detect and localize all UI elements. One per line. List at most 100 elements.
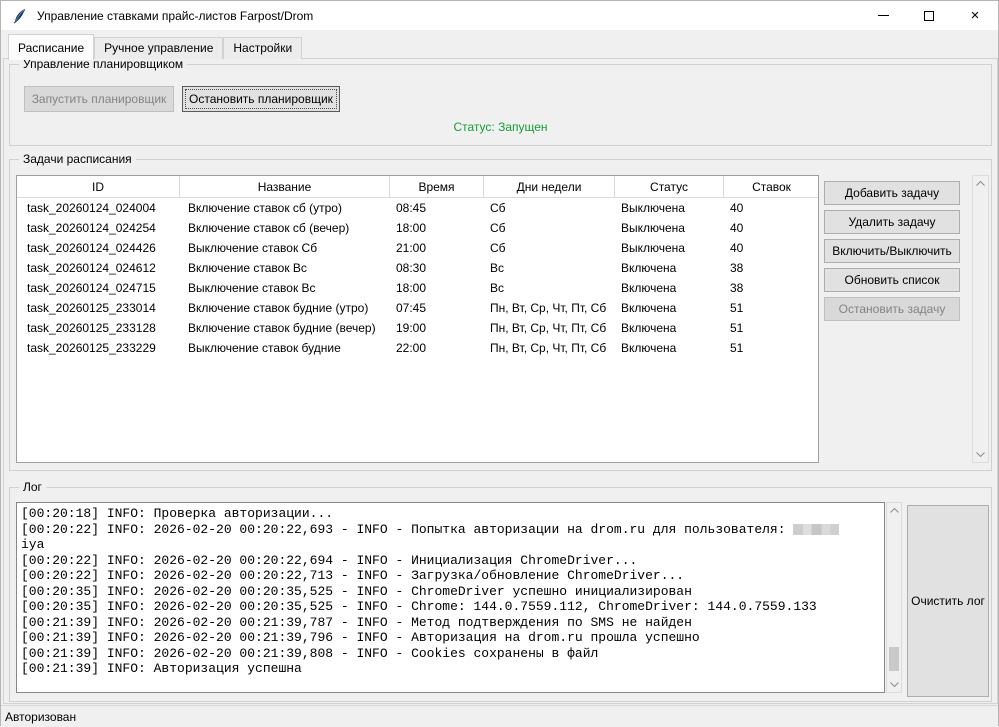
- scroll-up-icon[interactable]: [887, 503, 901, 518]
- task-table-header: ID Название Время Дни недели Статус Став…: [17, 176, 818, 198]
- log-line: [00:20:18] INFO: Проверка авторизации...: [21, 506, 884, 522]
- scroll-up-icon[interactable]: [973, 176, 988, 191]
- delete-task-button[interactable]: Удалить задачу: [824, 210, 960, 234]
- tab-manual-control[interactable]: Ручное управление: [94, 37, 223, 59]
- table-cell: 07:45: [390, 298, 484, 318]
- table-cell: task_20260124_024254: [17, 218, 180, 238]
- table-cell: task_20260124_024715: [17, 278, 180, 298]
- log-line: [00:20:22] INFO: 2026-02-20 00:20:22,693…: [21, 522, 884, 538]
- task-table-body: task_20260124_024004Включение ставок сб …: [17, 198, 818, 358]
- table-cell: 18:00: [390, 278, 484, 298]
- table-cell: Выключена: [615, 218, 724, 238]
- scheduler-group: Управление планировщиком Запустить плани…: [9, 64, 992, 146]
- scroll-down-icon[interactable]: [887, 677, 901, 692]
- table-cell: Выключена: [615, 198, 724, 218]
- table-cell: Включение ставок будние (утро): [180, 298, 390, 318]
- table-cell: task_20260124_024612: [17, 258, 180, 278]
- column-header-time[interactable]: Время: [390, 176, 484, 198]
- column-header-name[interactable]: Название: [180, 176, 390, 198]
- close-button[interactable]: ×: [952, 1, 998, 30]
- clear-log-button[interactable]: Очистить лог: [907, 505, 989, 697]
- table-cell: Вс: [484, 258, 615, 278]
- refresh-list-button[interactable]: Обновить список: [824, 268, 960, 292]
- table-cell: 40: [724, 218, 819, 238]
- log-line: [00:20:35] INFO: 2026-02-20 00:20:35,525…: [21, 584, 884, 600]
- table-cell: task_20260124_024004: [17, 198, 180, 218]
- title-bar[interactable]: Управление ставками прайс-листов Farpost…: [1, 1, 998, 30]
- table-row[interactable]: task_20260124_024612Включение ставок Вс0…: [17, 258, 818, 278]
- table-cell: task_20260125_233229: [17, 338, 180, 358]
- python-feather-icon: [12, 8, 28, 24]
- column-header-rates[interactable]: Ставок: [724, 176, 819, 198]
- table-row[interactable]: task_20260125_233128Включение ставок буд…: [17, 318, 818, 338]
- start-scheduler-button[interactable]: Запустить планировщик: [24, 86, 174, 112]
- log-line: [00:21:39] INFO: 2026-02-20 00:21:39,787…: [21, 615, 884, 631]
- table-row[interactable]: task_20260124_024254Включение ставок сб …: [17, 218, 818, 238]
- stop-scheduler-button[interactable]: Остановить планировщик: [182, 86, 340, 112]
- tasks-group: Задачи расписания ID Название Время Дни …: [9, 159, 992, 471]
- minimize-icon: [878, 15, 889, 16]
- auth-status-text: Авторизован: [1, 710, 76, 724]
- redacted-username: [793, 524, 839, 535]
- table-row[interactable]: task_20260125_233229Выключение ставок бу…: [17, 338, 818, 358]
- table-cell: Выключение ставок Сб: [180, 238, 390, 258]
- stop-task-button[interactable]: Остановить задачу: [824, 297, 960, 321]
- table-cell: 19:00: [390, 318, 484, 338]
- tasks-group-legend: Задачи расписания: [19, 152, 136, 166]
- table-row[interactable]: task_20260124_024715Выключение ставок Вс…: [17, 278, 818, 298]
- table-cell: 40: [724, 238, 819, 258]
- table-cell: 18:00: [390, 218, 484, 238]
- log-group: Лог [00:20:18] INFO: Проверка авторизаци…: [9, 487, 992, 702]
- table-cell: Включение ставок Вс: [180, 258, 390, 278]
- table-cell: 21:00: [390, 238, 484, 258]
- table-cell: 08:30: [390, 258, 484, 278]
- maximize-button[interactable]: [906, 1, 952, 30]
- log-line: iya: [21, 537, 884, 553]
- log-line: [00:21:39] INFO: 2026-02-20 00:21:39,808…: [21, 646, 884, 662]
- table-row[interactable]: task_20260124_024004Включение ставок сб …: [17, 198, 818, 218]
- scroll-down-icon[interactable]: [973, 447, 988, 462]
- table-cell: Включение ставок сб (вечер): [180, 218, 390, 238]
- tasks-scrollbar[interactable]: [972, 175, 989, 463]
- table-cell: Сб: [484, 218, 615, 238]
- scheduler-status: Статус: Запущен: [10, 120, 991, 134]
- table-cell: Пн, Вт, Ср, Чт, Пт, Сб: [484, 318, 615, 338]
- column-header-id[interactable]: ID: [17, 176, 180, 198]
- table-row[interactable]: task_20260125_233014Включение ставок буд…: [17, 298, 818, 318]
- tab-settings[interactable]: Настройки: [223, 37, 302, 59]
- table-row[interactable]: task_20260124_024426Выключение ставок Сб…: [17, 238, 818, 258]
- tab-schedule[interactable]: Расписание: [8, 34, 94, 60]
- status-bar: Авторизован: [1, 705, 998, 727]
- log-line: [00:20:22] INFO: 2026-02-20 00:20:22,694…: [21, 553, 884, 569]
- add-task-button[interactable]: Добавить задачу: [824, 181, 960, 205]
- scrollbar-thumb[interactable]: [889, 647, 899, 671]
- table-cell: task_20260125_233128: [17, 318, 180, 338]
- task-table[interactable]: ID Название Время Дни недели Статус Став…: [16, 175, 819, 463]
- column-header-weekdays[interactable]: Дни недели: [484, 176, 615, 198]
- table-cell: Выключена: [615, 238, 724, 258]
- minimize-button[interactable]: [860, 1, 906, 30]
- window-title: Управление ставками прайс-листов Farpost…: [37, 9, 313, 23]
- log-textarea[interactable]: [00:20:18] INFO: Проверка авторизации...…: [16, 502, 885, 693]
- table-cell: 51: [724, 298, 819, 318]
- table-cell: Включена: [615, 318, 724, 338]
- table-cell: Выключение ставок будние: [180, 338, 390, 358]
- table-cell: 38: [724, 278, 819, 298]
- toggle-task-button[interactable]: Включить/Выключить: [824, 239, 960, 263]
- table-cell: 51: [724, 338, 819, 358]
- table-cell: Включена: [615, 258, 724, 278]
- table-cell: Пн, Вт, Ср, Чт, Пт, Сб: [484, 338, 615, 358]
- table-cell: 38: [724, 258, 819, 278]
- table-cell: Сб: [484, 198, 615, 218]
- table-cell: Включена: [615, 338, 724, 358]
- log-line: [00:20:22] INFO: 2026-02-20 00:20:22,713…: [21, 568, 884, 584]
- table-cell: Включена: [615, 298, 724, 318]
- log-line: [00:21:39] INFO: 2026-02-20 00:21:39,796…: [21, 630, 884, 646]
- table-cell: Включение ставок сб (утро): [180, 198, 390, 218]
- maximize-icon: [924, 11, 934, 21]
- table-cell: 08:45: [390, 198, 484, 218]
- table-cell: 22:00: [390, 338, 484, 358]
- table-cell: task_20260125_233014: [17, 298, 180, 318]
- log-scrollbar[interactable]: [886, 502, 902, 693]
- column-header-status[interactable]: Статус: [615, 176, 724, 198]
